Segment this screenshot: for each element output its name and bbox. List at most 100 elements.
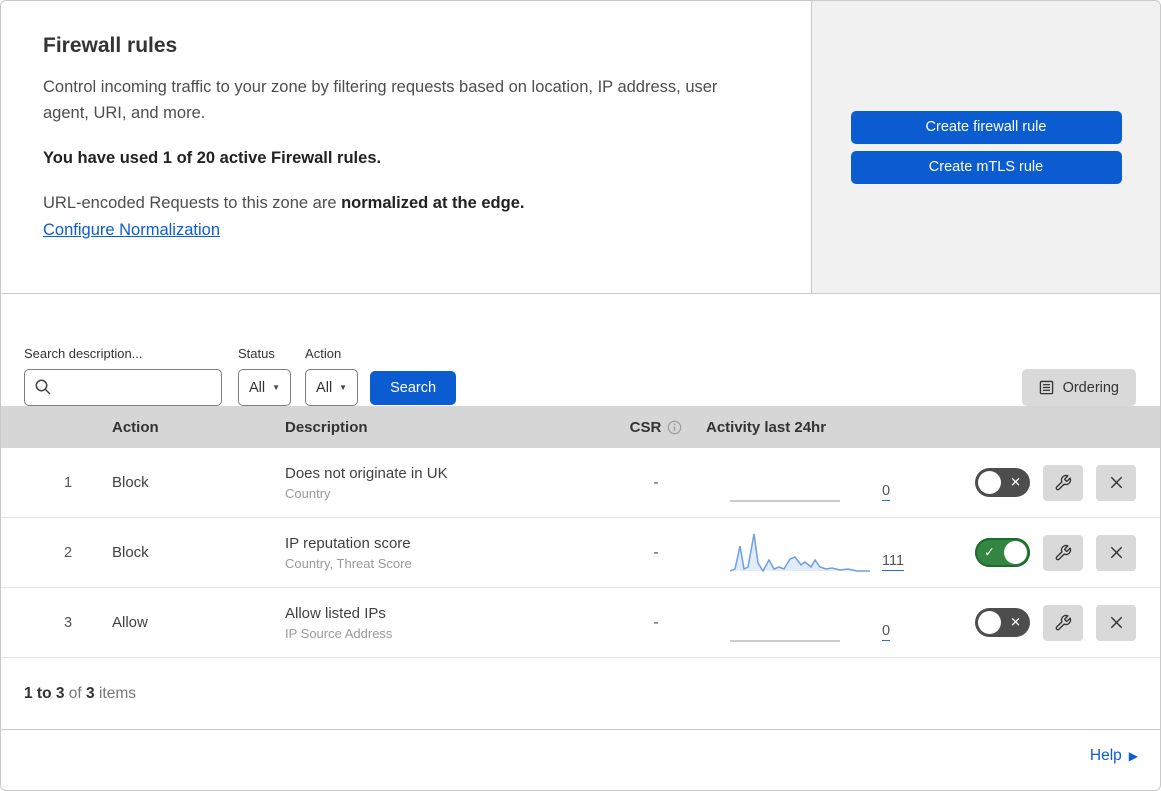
rule-description: Does not originate in UK bbox=[285, 464, 448, 482]
rule-activity-cell: 0 bbox=[706, 461, 942, 505]
rule-action: Allow bbox=[112, 614, 148, 631]
rule-activity-cell: 111 bbox=[706, 531, 942, 575]
rule-csr: - bbox=[653, 614, 659, 631]
rule-fields: Country, Threat Score bbox=[285, 555, 412, 571]
enable-toggle[interactable]: ✓ bbox=[975, 538, 1030, 567]
info-icon[interactable] bbox=[667, 420, 682, 435]
search-field-group: Search description... bbox=[24, 346, 222, 406]
rule-description-cell: Does not originate in UK Country bbox=[285, 465, 606, 501]
status-value: All bbox=[249, 379, 266, 396]
ordering-icon bbox=[1039, 380, 1054, 395]
enable-toggle[interactable]: ✕ bbox=[975, 608, 1030, 637]
ordering-button-label: Ordering bbox=[1062, 379, 1119, 396]
arrow-right-icon: ▶ bbox=[1128, 749, 1138, 763]
normalization-bold: normalized at the edge. bbox=[341, 193, 525, 212]
toggle-state-icon: ✕ bbox=[1010, 474, 1021, 490]
action-field-group: Action All ▼ bbox=[305, 346, 359, 406]
pagination-summary: 1 to 3 of 3 items bbox=[1, 658, 1160, 730]
activity-sparkline bbox=[730, 533, 870, 572]
activity-count-link[interactable]: 111 bbox=[882, 553, 904, 569]
toggle-knob bbox=[978, 611, 1001, 634]
close-icon bbox=[1108, 544, 1125, 561]
header-description: Description bbox=[285, 418, 368, 436]
create-mtls-rule-button[interactable]: Create mTLS rule bbox=[850, 150, 1122, 184]
chevron-down-icon: ▼ bbox=[272, 383, 281, 392]
rule-controls: ✕ bbox=[942, 604, 1160, 641]
close-icon bbox=[1108, 614, 1125, 631]
rule-fields: IP Source Address bbox=[285, 625, 393, 641]
search-box bbox=[24, 369, 222, 406]
rule-priority: 3 bbox=[63, 614, 73, 631]
rule-csr: - bbox=[653, 544, 659, 561]
rule-activity-cell: 0 bbox=[706, 601, 942, 645]
toggle-state-icon: ✓ bbox=[984, 544, 995, 560]
search-icon bbox=[34, 378, 52, 396]
rule-csr: - bbox=[653, 474, 659, 491]
normalization-prefix: URL-encoded Requests to this zone are bbox=[43, 193, 342, 212]
header-card: Firewall rules Control incoming traffic … bbox=[1, 1, 812, 293]
filter-bar: Search description... Status All ▼ Actio… bbox=[1, 294, 1160, 406]
status-label: Status bbox=[238, 346, 275, 361]
wrench-icon bbox=[1054, 474, 1072, 492]
rule-fields: Country bbox=[285, 485, 331, 501]
edit-rule-button[interactable] bbox=[1043, 464, 1083, 501]
action-value: All bbox=[316, 379, 333, 396]
wrench-icon bbox=[1054, 614, 1072, 632]
normalization-note: URL-encoded Requests to this zone are no… bbox=[43, 194, 751, 213]
page-title: Firewall rules bbox=[43, 34, 178, 57]
items-range: 1 to 3 bbox=[24, 684, 65, 702]
delete-rule-button[interactable] bbox=[1096, 464, 1136, 501]
edit-rule-button[interactable] bbox=[1043, 604, 1083, 641]
usage-summary: You have used 1 of 20 active Firewall ru… bbox=[43, 148, 382, 167]
toggle-knob bbox=[1004, 541, 1027, 564]
header-section: Firewall rules Control incoming traffic … bbox=[1, 1, 1160, 294]
items-text: items bbox=[94, 684, 136, 702]
activity-count-link[interactable]: 0 bbox=[882, 623, 890, 639]
toggle-knob bbox=[978, 471, 1001, 494]
activity-sparkline bbox=[730, 499, 840, 502]
help-link[interactable]: Help ▶ bbox=[1090, 747, 1138, 765]
table-row: 3 Allow Allow listed IPs IP Source Addre… bbox=[1, 588, 1160, 658]
search-input[interactable] bbox=[24, 369, 222, 406]
page-description: Control incoming traffic to your zone by… bbox=[43, 78, 718, 123]
search-label: Search description... bbox=[24, 346, 143, 361]
rule-priority: 2 bbox=[63, 544, 73, 561]
enable-toggle[interactable]: ✕ bbox=[975, 468, 1030, 497]
header-action: Action bbox=[112, 418, 159, 436]
toggle-state-icon: ✕ bbox=[1010, 614, 1021, 630]
configure-normalization-link[interactable]: Configure Normalization bbox=[43, 221, 220, 240]
chevron-down-icon: ▼ bbox=[339, 383, 348, 392]
edit-rule-button[interactable] bbox=[1043, 534, 1083, 571]
status-field-group: Status All ▼ bbox=[238, 346, 292, 406]
rule-action: Block bbox=[112, 474, 149, 491]
rule-priority: 1 bbox=[63, 474, 73, 491]
action-label: Action bbox=[305, 346, 342, 361]
table-row: 1 Block Does not originate in UK Country… bbox=[1, 448, 1160, 518]
rule-description: IP reputation score bbox=[285, 534, 411, 552]
header-activity: Activity last 24hr bbox=[706, 418, 827, 436]
delete-rule-button[interactable] bbox=[1096, 534, 1136, 571]
ordering-button[interactable]: Ordering bbox=[1021, 369, 1136, 406]
rule-description-cell: IP reputation score Country, Threat Scor… bbox=[285, 535, 606, 571]
close-icon bbox=[1108, 474, 1125, 491]
wrench-icon bbox=[1054, 544, 1072, 562]
help-label: Help bbox=[1089, 747, 1122, 764]
action-select[interactable]: All ▼ bbox=[305, 369, 359, 406]
delete-rule-button[interactable] bbox=[1096, 604, 1136, 641]
rule-action: Block bbox=[112, 544, 149, 561]
rule-controls: ✓ bbox=[942, 534, 1160, 571]
of-text: of bbox=[64, 684, 87, 702]
help-bar: Help ▶ bbox=[1, 730, 1160, 782]
rule-description-cell: Allow listed IPs IP Source Address bbox=[285, 605, 606, 641]
header-csr: CSR bbox=[630, 419, 683, 436]
rule-controls: ✕ bbox=[942, 464, 1160, 501]
items-total: 3 bbox=[86, 684, 95, 702]
create-firewall-rule-button[interactable]: Create firewall rule bbox=[850, 110, 1122, 144]
table-header: Action Description CSR Activity last 24h… bbox=[1, 406, 1160, 448]
actions-panel: Create firewall rule Create mTLS rule bbox=[812, 1, 1160, 293]
search-button[interactable]: Search bbox=[370, 371, 457, 405]
status-select[interactable]: All ▼ bbox=[238, 369, 292, 406]
rule-description: Allow listed IPs bbox=[285, 604, 386, 622]
table-row: 2 Block IP reputation score Country, Thr… bbox=[1, 518, 1160, 588]
activity-count-link[interactable]: 0 bbox=[882, 483, 890, 499]
